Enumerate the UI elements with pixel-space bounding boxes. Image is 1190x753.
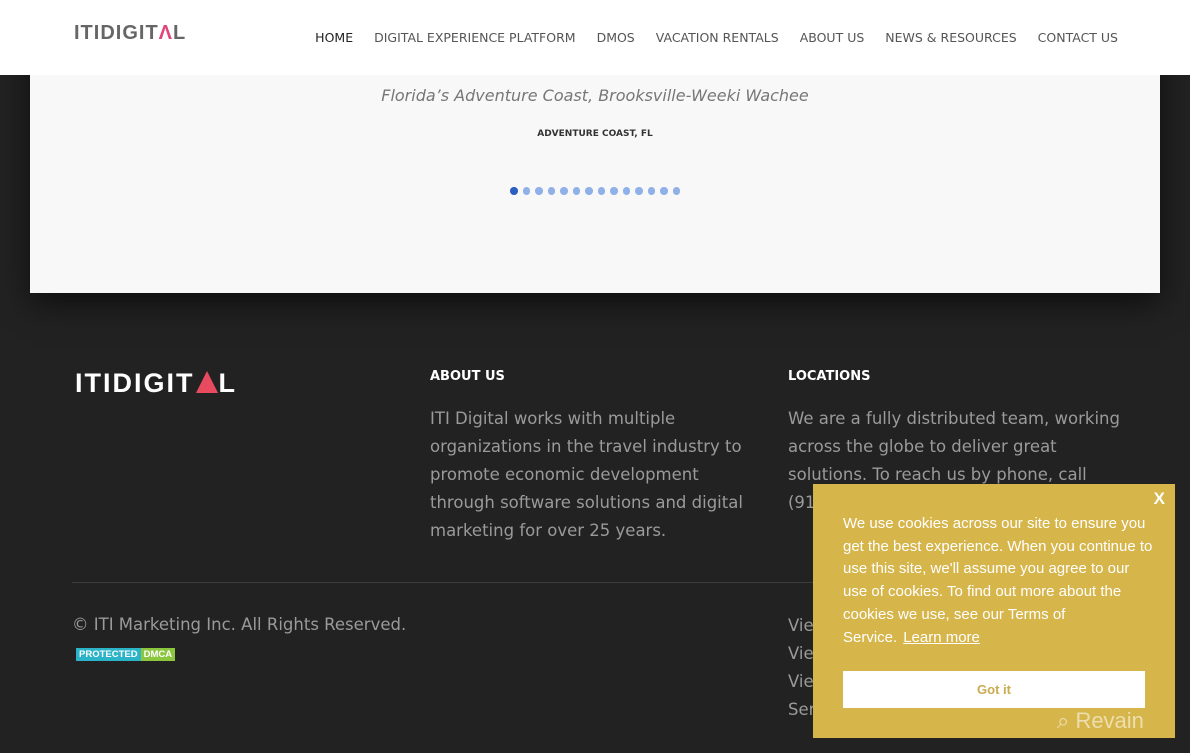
testimonial-org: Florida’s Adventure Coast, Brooksville-W… [381,86,809,105]
badge-protected: PROTECTED [76,648,141,661]
carousel-dot[interactable] [585,187,593,195]
cookie-banner: X We use cookies across our site to ensu… [813,484,1175,738]
nav-news-resources[interactable]: NEWS & RESOURCES [885,30,1016,45]
revain-watermark: ⌕ Revain [1057,708,1144,733]
about-text: ITI Digital works with multiple organiza… [430,409,743,540]
nav-contact-us[interactable]: CONTACT US [1038,30,1118,45]
footer-links: Vie Vie Vie Ser [788,612,815,724]
carousel-dot[interactable] [547,187,555,195]
carousel-dot[interactable] [660,187,668,195]
carousel-dot[interactable] [535,187,543,195]
nav-home[interactable]: HOME [315,30,353,45]
cookie-text: We use cookies across our site to ensure… [843,515,1153,646]
site-header: ITIDIGITΛL HOME DIGITAL EXPERIENCE PLATF… [0,0,1190,75]
carousel-dots [30,187,1160,195]
locations-heading: LOCATIONS [788,369,871,384]
footer-link[interactable]: Vie [788,640,815,668]
nav-about-us[interactable]: ABOUT US [800,30,865,45]
footer-link[interactable]: Vie [788,612,815,640]
close-icon[interactable]: X [1154,489,1165,509]
carousel-dot[interactable] [647,187,655,195]
site-logo[interactable]: ITIDIGITΛL [74,22,186,45]
nav-dmos[interactable]: DMOS [597,30,635,45]
nav-digital-experience-platform[interactable]: DIGITAL EXPERIENCE PLATFORM [374,30,575,45]
badge-dmca: DMCA [140,648,176,661]
footer-link[interactable]: Ser [788,696,815,724]
copyright: © ITI Marketing Inc. All Rights Reserved… [72,615,407,634]
dmca-badge[interactable]: PROTECTED DMCA [76,648,176,661]
carousel-dot[interactable] [610,187,618,195]
carousel-dot[interactable] [635,187,643,195]
carousel-dot[interactable] [560,187,568,195]
footer-logo[interactable]: ITIDIGIT L [75,368,237,399]
carousel-dot[interactable] [597,187,605,195]
watermark-text: Revain [1075,708,1144,733]
main-nav: HOME DIGITAL EXPERIENCE PLATFORM DMOS VA… [315,30,1118,45]
logo-triangle-icon [195,371,218,393]
testimonial-location: ADVENTURE COAST, FL [537,129,653,139]
nav-vacation-rentals[interactable]: VACATION RENTALS [656,30,779,45]
carousel-dot[interactable] [572,187,580,195]
about-heading: ABOUT US [430,369,505,384]
cookie-message: We use cookies across our site to ensure… [843,513,1153,649]
carousel-dot[interactable] [672,187,680,195]
learn-more-link[interactable]: Learn more [903,629,980,646]
carousel-dot[interactable] [510,187,518,195]
footer-link[interactable]: Vie [788,668,815,696]
carousel-dot[interactable] [622,187,630,195]
carousel-dot[interactable] [522,187,530,195]
got-it-button[interactable]: Got it [843,671,1145,708]
